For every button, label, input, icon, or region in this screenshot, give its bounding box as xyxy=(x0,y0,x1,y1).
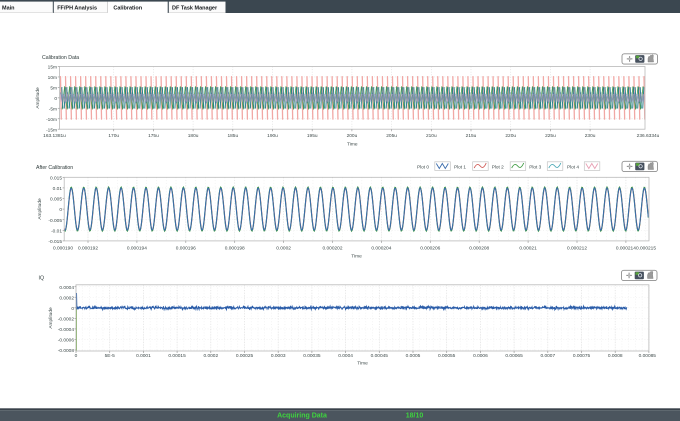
svg-text:0.00015: 0.00015 xyxy=(168,353,186,359)
svg-text:230u: 230u xyxy=(585,133,596,139)
svg-text:-0.015: -0.015 xyxy=(48,239,62,245)
svg-text:0: 0 xyxy=(71,306,74,312)
svg-text:Plot 2: Plot 2 xyxy=(492,165,504,170)
svg-text:0.000192: 0.000192 xyxy=(78,246,98,252)
svg-text:0: 0 xyxy=(75,353,78,359)
svg-text:0.0002: 0.0002 xyxy=(276,246,291,252)
svg-text:0.000190: 0.000190 xyxy=(53,246,73,252)
svg-text:236.6334u: 236.6334u xyxy=(637,133,660,139)
svg-text:190u: 190u xyxy=(267,133,278,139)
svg-text:Amplitude: Amplitude xyxy=(48,307,54,329)
svg-text:Amplitude: Amplitude xyxy=(35,87,41,109)
svg-text:0.000194: 0.000194 xyxy=(127,246,147,252)
svg-text:0.00025: 0.00025 xyxy=(236,353,254,359)
svg-text:-0.01: -0.01 xyxy=(51,228,62,234)
svg-text:0.00021: 0.00021 xyxy=(519,246,537,252)
svg-text:0.0003: 0.0003 xyxy=(271,353,286,359)
svg-text:0.00075: 0.00075 xyxy=(573,353,591,359)
svg-text:0.0005: 0.0005 xyxy=(406,353,421,359)
svg-text:0.000204: 0.000204 xyxy=(371,246,391,252)
svg-text:0: 0 xyxy=(59,207,62,213)
svg-text:175u: 175u xyxy=(148,133,159,139)
svg-text:163.1381u: 163.1381u xyxy=(43,133,66,139)
svg-text:0.0004: 0.0004 xyxy=(338,353,353,359)
svg-text:0.000198: 0.000198 xyxy=(225,246,245,252)
svg-text:Plot 4: Plot 4 xyxy=(567,165,579,170)
svg-text:0.0007: 0.0007 xyxy=(540,353,555,359)
svg-text:0.00035: 0.00035 xyxy=(303,353,321,359)
svg-text:-5m: -5m xyxy=(49,106,57,112)
svg-text:200u: 200u xyxy=(347,133,358,139)
svg-text:-0.0004: -0.0004 xyxy=(58,327,75,333)
svg-text:210u: 210u xyxy=(426,133,437,139)
svg-text:0: 0 xyxy=(54,96,57,102)
svg-text:0.015: 0.015 xyxy=(50,175,62,181)
svg-text:0.00055: 0.00055 xyxy=(438,353,456,359)
svg-text:Plot 1: Plot 1 xyxy=(454,165,466,170)
svg-text:5m: 5m xyxy=(50,86,57,92)
svg-text:15m: 15m xyxy=(48,65,57,71)
svg-text:0.0001: 0.0001 xyxy=(136,353,151,359)
svg-text:Time: Time xyxy=(351,254,362,260)
svg-text:Time: Time xyxy=(347,142,358,148)
svg-text:Acquiring Data: Acquiring Data xyxy=(277,412,327,419)
svg-text:Plot 3: Plot 3 xyxy=(529,165,541,170)
svg-text:0.0006: 0.0006 xyxy=(473,353,488,359)
svg-text:0.00045: 0.00045 xyxy=(371,353,389,359)
svg-text:10m: 10m xyxy=(48,75,57,81)
svg-text:Calibration Data: Calibration Data xyxy=(42,55,79,61)
svg-text:5E-5: 5E-5 xyxy=(105,353,115,359)
svg-text:-0.0002: -0.0002 xyxy=(58,316,75,322)
svg-text:0.000214: 0.000214 xyxy=(616,246,636,252)
svg-text:170u: 170u xyxy=(108,133,119,139)
svg-text:Amplitude: Amplitude xyxy=(37,198,43,220)
svg-text:0.000215: 0.000215 xyxy=(636,246,656,252)
svg-text:Time: Time xyxy=(357,361,368,367)
svg-text:Plot 0: Plot 0 xyxy=(417,165,429,170)
svg-text:0.00065: 0.00065 xyxy=(505,353,523,359)
svg-text:215u: 215u xyxy=(466,133,477,139)
svg-text:185u: 185u xyxy=(227,133,238,139)
svg-text:-0.0008: -0.0008 xyxy=(58,348,75,354)
svg-text:Calibration: Calibration xyxy=(113,6,142,12)
svg-text:0.00085: 0.00085 xyxy=(639,353,657,359)
svg-text:0.0002: 0.0002 xyxy=(59,295,74,301)
svg-text:0.005: 0.005 xyxy=(50,197,62,203)
svg-text:0.000206: 0.000206 xyxy=(420,246,440,252)
svg-text:0.000208: 0.000208 xyxy=(469,246,489,252)
svg-text:225u: 225u xyxy=(545,133,556,139)
svg-text:Main: Main xyxy=(2,6,15,12)
svg-text:0.0004: 0.0004 xyxy=(59,285,74,291)
svg-text:18/10: 18/10 xyxy=(406,412,424,419)
svg-text:-10m: -10m xyxy=(46,117,57,123)
svg-text:0.000196: 0.000196 xyxy=(176,246,196,252)
svg-text:180u: 180u xyxy=(188,133,199,139)
svg-text:-15m: -15m xyxy=(46,127,57,133)
svg-text:0.000212: 0.000212 xyxy=(567,246,587,252)
svg-text:DF Task Manager: DF Task Manager xyxy=(172,6,218,12)
svg-text:-0.0006: -0.0006 xyxy=(58,338,75,344)
svg-text:After Calibration: After Calibration xyxy=(36,165,73,171)
svg-text:0.0008: 0.0008 xyxy=(608,353,623,359)
svg-text:205u: 205u xyxy=(386,133,397,139)
svg-text:195u: 195u xyxy=(307,133,318,139)
svg-text:FF/PH Analysis: FF/PH Analysis xyxy=(57,6,97,12)
svg-text:220u: 220u xyxy=(505,133,516,139)
svg-text:0.000202: 0.000202 xyxy=(322,246,342,252)
svg-text:0.0002: 0.0002 xyxy=(203,353,218,359)
svg-text:IQ: IQ xyxy=(39,276,44,282)
svg-text:-0.005: -0.005 xyxy=(48,218,62,224)
svg-text:0.01: 0.01 xyxy=(53,186,63,192)
